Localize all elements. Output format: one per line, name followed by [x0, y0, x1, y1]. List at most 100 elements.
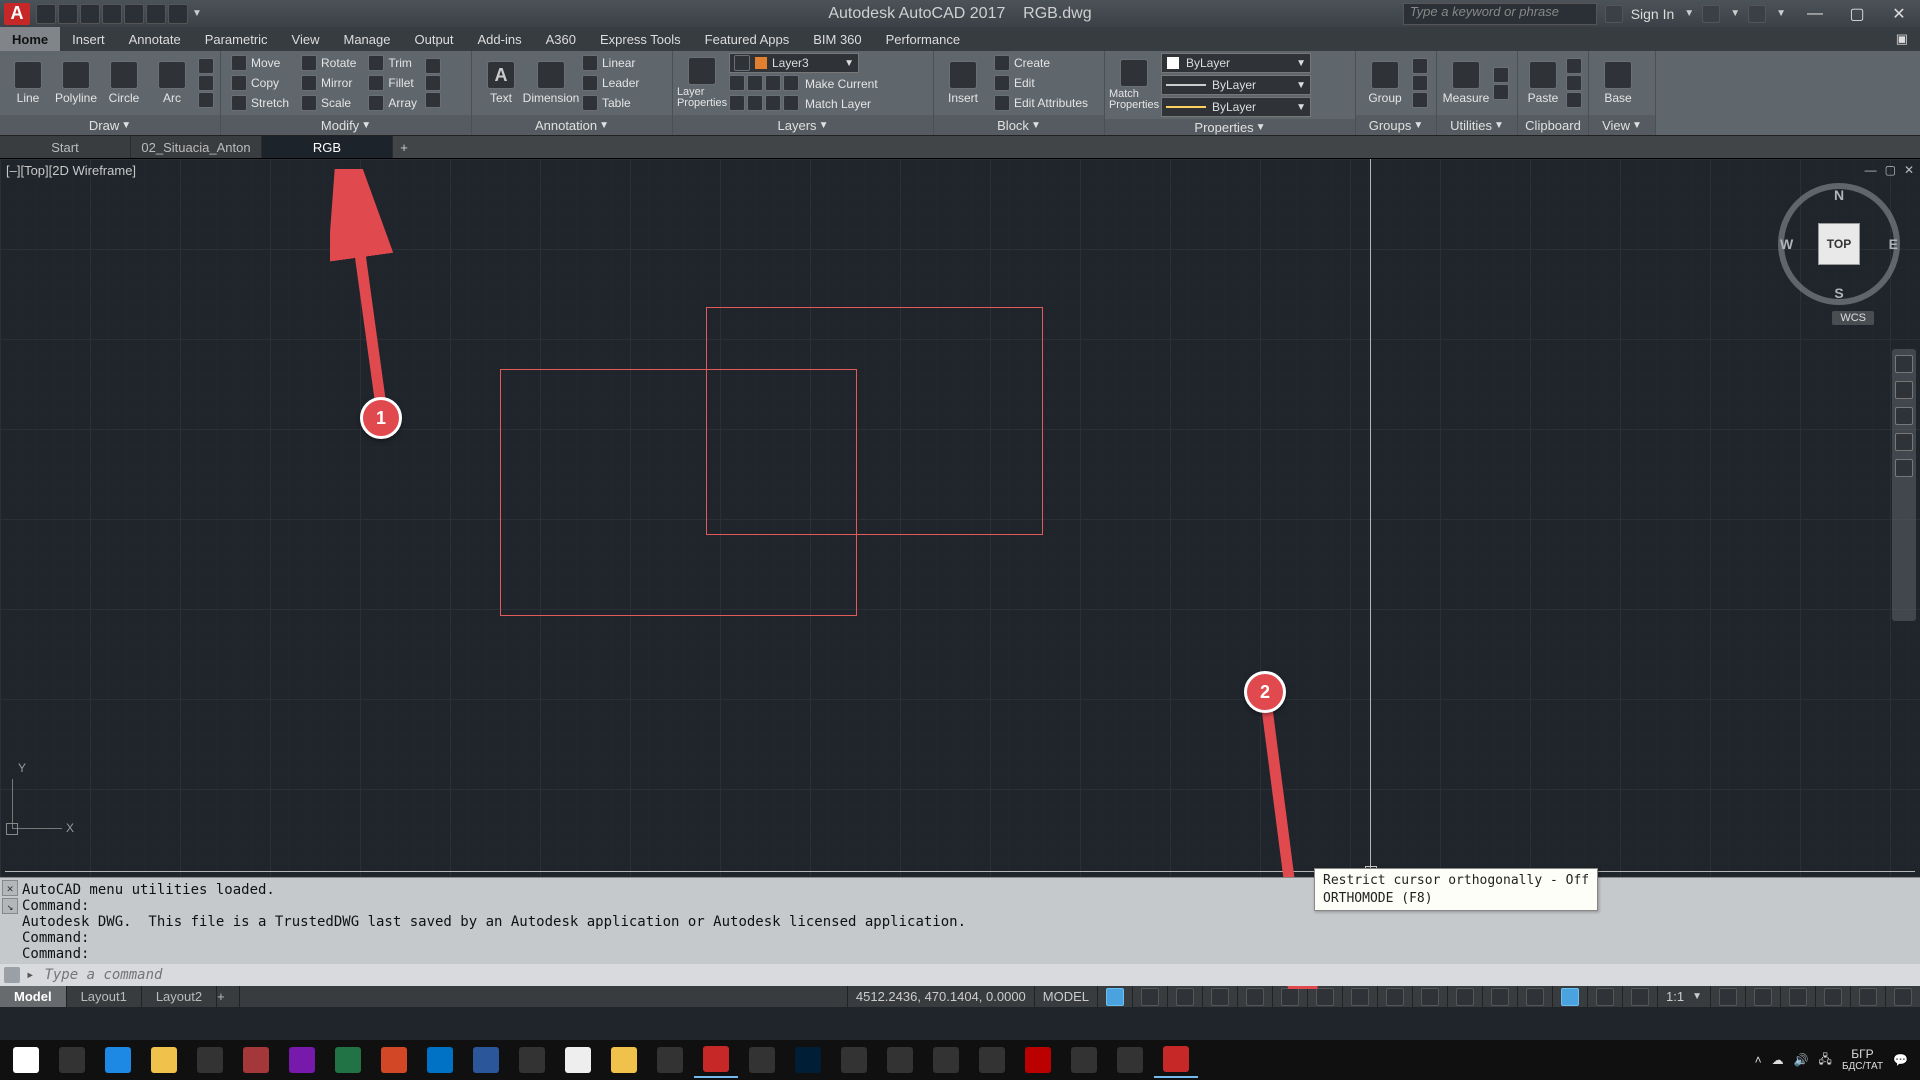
tab-annotate[interactable]: Annotate	[117, 27, 193, 51]
otrack-toggle-icon[interactable]	[1421, 988, 1439, 1006]
match-layer-button[interactable]: Match Layer	[801, 95, 875, 113]
add-layout-button[interactable]: +	[217, 986, 240, 1007]
drawing-rectangle[interactable]	[706, 307, 1043, 535]
tab-bim360[interactable]: BIM 360	[801, 27, 873, 51]
task-autocad[interactable]	[694, 1042, 738, 1078]
tab-featured[interactable]: Featured Apps	[693, 27, 802, 51]
tab-a360[interactable]: A360	[534, 27, 588, 51]
task-app[interactable]	[602, 1043, 646, 1077]
infer-toggle-icon[interactable]	[1176, 988, 1194, 1006]
panel-annotation[interactable]: Annotation▼	[472, 115, 672, 135]
task-word[interactable]	[464, 1043, 508, 1077]
hardware-accel-icon[interactable]	[1789, 988, 1807, 1006]
cmd-close-icon[interactable]: ✕	[2, 880, 18, 896]
annotation-scale-icon[interactable]	[1754, 988, 1772, 1006]
qat-redo-icon[interactable]	[168, 4, 188, 24]
vp-maximize-icon[interactable]: ▢	[1885, 163, 1896, 177]
insert-block-button[interactable]: Insert	[940, 54, 986, 112]
file-tab-situacia[interactable]: 02_Situacia_Anton	[131, 136, 262, 158]
ortho-toggle-icon[interactable]	[1246, 988, 1264, 1006]
units-icon[interactable]	[1631, 988, 1649, 1006]
qat-save-icon[interactable]	[80, 4, 100, 24]
draw-extra-icon[interactable]	[198, 58, 214, 74]
dimension-button[interactable]: Dimension	[528, 54, 574, 112]
showmotion-icon[interactable]	[1895, 459, 1913, 477]
tab-express[interactable]: Express Tools	[588, 27, 693, 51]
task-paint[interactable]	[924, 1043, 968, 1077]
panel-groups[interactable]: Groups▼	[1356, 115, 1436, 135]
tab-addins[interactable]: Add-ins	[466, 27, 534, 51]
tab-insert[interactable]: Insert	[60, 27, 117, 51]
group-extra-icon[interactable]	[1412, 92, 1428, 108]
tray-notifications-icon[interactable]: 💬	[1893, 1053, 1908, 1067]
task-edge[interactable]	[96, 1043, 140, 1077]
group-extra-icon[interactable]	[1412, 58, 1428, 74]
layer-icon[interactable]	[783, 95, 799, 111]
3dosnap-toggle-icon[interactable]	[1386, 988, 1404, 1006]
tab-manage[interactable]: Manage	[332, 27, 403, 51]
transparency-toggle-icon[interactable]	[1491, 988, 1509, 1006]
circle-button[interactable]: Circle	[102, 54, 146, 112]
file-tab-start[interactable]: Start	[0, 136, 131, 158]
layer-icon[interactable]	[747, 95, 763, 111]
task-onenote[interactable]	[280, 1043, 324, 1077]
clip-extra-icon[interactable]	[1566, 75, 1582, 91]
linetype-selector[interactable]: ByLayer▼	[1161, 97, 1311, 117]
tab-view[interactable]: View	[280, 27, 332, 51]
snap-toggle-icon[interactable]	[1141, 988, 1159, 1006]
mirror-button[interactable]: Mirror	[297, 74, 360, 92]
customize-icon[interactable]	[1894, 988, 1912, 1006]
layout-tab-model[interactable]: Model	[0, 986, 67, 1007]
viewport-label[interactable]: [–][Top][2D Wireframe]	[6, 163, 136, 178]
add-tab-button[interactable]: +	[393, 136, 415, 158]
polar-toggle-icon[interactable]	[1281, 988, 1299, 1006]
task-access[interactable]	[234, 1043, 278, 1077]
move-button[interactable]: Move	[227, 54, 293, 72]
view-cube[interactable]: TOP N S E W	[1784, 189, 1894, 299]
qat-undo-icon[interactable]	[146, 4, 166, 24]
clip-extra-icon[interactable]	[1566, 58, 1582, 74]
status-space[interactable]: MODEL	[1034, 986, 1097, 1007]
array-button[interactable]: Array	[364, 94, 421, 112]
group-button[interactable]: Group	[1362, 54, 1408, 112]
measure-button[interactable]: Measure	[1443, 54, 1489, 112]
pan-icon[interactable]	[1895, 381, 1913, 399]
osnap-toggle-icon[interactable]	[1351, 988, 1369, 1006]
app-logo[interactable]: A	[4, 3, 30, 25]
command-history[interactable]: AutoCAD menu utilities loaded. Command: …	[22, 882, 1902, 962]
layer-properties-button[interactable]: Layer Properties	[679, 54, 725, 112]
task-powerpoint[interactable]	[372, 1043, 416, 1077]
layout-tab-layout2[interactable]: Layout2	[142, 986, 217, 1007]
base-view-button[interactable]: Base	[1595, 54, 1641, 112]
task-app[interactable]	[648, 1043, 692, 1077]
orbit-icon[interactable]	[1895, 433, 1913, 451]
tab-home[interactable]: Home	[0, 27, 60, 51]
group-extra-icon[interactable]	[1412, 75, 1428, 91]
tray-volume-icon[interactable]: 🔊	[1794, 1053, 1809, 1067]
steering-wheel-icon[interactable]	[1895, 355, 1913, 373]
vp-close-icon[interactable]: ✕	[1904, 163, 1914, 177]
create-block-button[interactable]: Create	[990, 54, 1092, 72]
tab-parametric[interactable]: Parametric	[193, 27, 280, 51]
task-app[interactable]	[832, 1043, 876, 1077]
signin-icon[interactable]	[1605, 5, 1623, 23]
qat-new-icon[interactable]	[36, 4, 56, 24]
task-photoshop[interactable]	[786, 1043, 830, 1077]
layer-icon[interactable]	[729, 95, 745, 111]
match-properties-button[interactable]: Match Properties	[1111, 56, 1157, 114]
task-filezilla[interactable]	[1016, 1043, 1060, 1077]
linear-button[interactable]: Linear	[578, 54, 643, 72]
dynamic-input-icon[interactable]	[1211, 988, 1229, 1006]
selection-cycling-icon[interactable]	[1526, 988, 1544, 1006]
vp-minimize-icon[interactable]: —	[1865, 163, 1877, 177]
fillet-button[interactable]: Fillet	[364, 74, 421, 92]
arc-button[interactable]: Arc	[150, 54, 194, 112]
task-autocad-running[interactable]	[1154, 1042, 1198, 1078]
status-coords[interactable]: 4512.2436, 470.1404, 0.0000	[847, 986, 1034, 1007]
tray-chevron-icon[interactable]: ˄	[1755, 1053, 1762, 1067]
panel-properties[interactable]: Properties▼	[1105, 119, 1355, 135]
task-outlook[interactable]	[418, 1043, 462, 1077]
draw-extra-icon[interactable]	[198, 75, 214, 91]
task-app[interactable]	[1108, 1043, 1152, 1077]
task-chrome[interactable]	[510, 1043, 554, 1077]
